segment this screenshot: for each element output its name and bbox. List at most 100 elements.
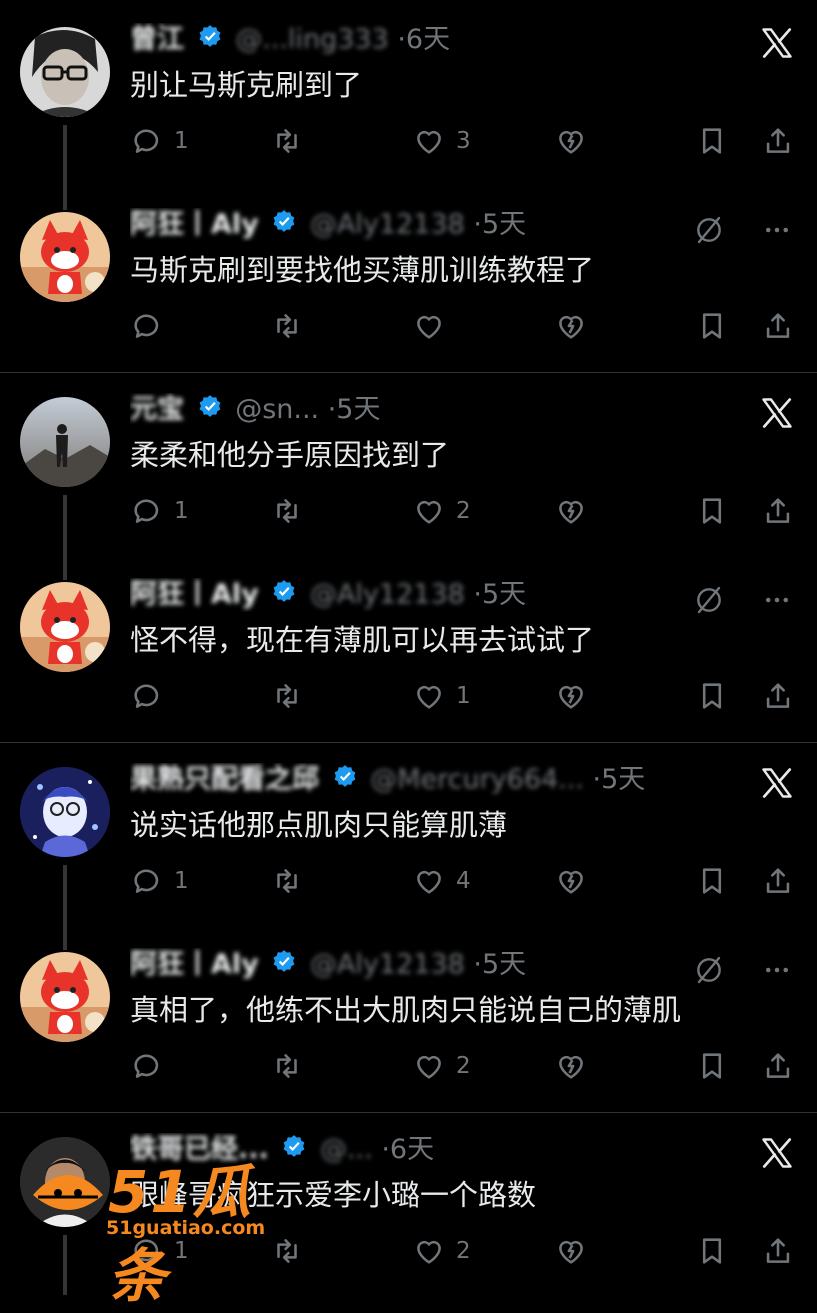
like-button[interactable]: 2 (412, 1046, 471, 1086)
grok-icon[interactable] (689, 210, 729, 250)
retweet-icon (270, 124, 304, 158)
share-icon (761, 679, 795, 713)
like-button[interactable] (412, 306, 456, 346)
reply-post[interactable]: 阿狂丨Aly @Aly12138 ·5天 真相了，他练不出大肌肉只能说自己的薄肌… (0, 940, 817, 1125)
more-options-icon[interactable] (757, 950, 797, 990)
share-button[interactable] (761, 1046, 795, 1086)
action-bar: 12 (130, 1231, 795, 1271)
broken-heart-icon (554, 1049, 588, 1083)
post-header: 果熟只配看之邱 @Mercury664... ·5天 (130, 763, 722, 797)
reply-post[interactable]: 阿狂丨Aly @Aly12138 ·5天 怪不得，现在有薄肌可以再去试试了 1 (0, 570, 817, 755)
retweet-icon (270, 309, 304, 343)
retweet-button[interactable] (270, 306, 314, 346)
reply-button[interactable]: 1 (130, 1231, 189, 1271)
more-options-icon[interactable] (757, 210, 797, 250)
bookmark-button[interactable] (695, 1046, 729, 1086)
bookmark-button[interactable] (695, 121, 729, 161)
reply-button[interactable] (130, 306, 174, 346)
display-name[interactable]: 阿狂丨Aly (130, 209, 259, 240)
reply-button[interactable] (130, 1046, 174, 1086)
share-button[interactable] (761, 491, 795, 531)
user-avatar[interactable] (20, 952, 110, 1042)
user-avatar[interactable] (20, 212, 110, 302)
like-count: 3 (456, 128, 471, 154)
user-handle[interactable]: @Mercury664... (370, 764, 584, 795)
display-name[interactable]: 阿狂丨Aly (130, 579, 259, 610)
share-icon (761, 864, 795, 898)
bookmark-button[interactable] (695, 676, 729, 716)
user-handle[interactable]: @Aly12138 (310, 949, 465, 980)
user-avatar[interactable] (20, 27, 110, 117)
like-button[interactable]: 1 (412, 676, 471, 716)
like-button[interactable]: 2 (412, 491, 471, 531)
reply-post[interactable]: 果熟只配看之邱 @Mercury664... ·5天 说实话他那点肌肉只能算肌薄… (0, 755, 817, 950)
bookmark-button[interactable] (695, 1231, 729, 1271)
reply-icon (130, 309, 164, 343)
retweet-button[interactable] (270, 861, 314, 901)
dislike-button[interactable] (554, 676, 588, 716)
x-logo-icon (757, 393, 797, 433)
thread-divider (0, 372, 817, 373)
grok-icon[interactable] (689, 950, 729, 990)
retweet-button[interactable] (270, 121, 314, 161)
bookmark-button[interactable] (695, 861, 729, 901)
share-icon (761, 1234, 795, 1268)
display-name[interactable]: 阿狂丨Aly (130, 949, 259, 980)
reply-button[interactable] (130, 676, 174, 716)
dislike-button[interactable] (554, 861, 588, 901)
user-avatar[interactable] (20, 582, 110, 672)
reply-icon (130, 679, 164, 713)
user-handle[interactable]: @... (320, 1134, 373, 1165)
like-count: 2 (456, 1053, 471, 1079)
retweet-button[interactable] (270, 491, 314, 531)
user-handle[interactable]: @sn... (235, 394, 319, 425)
bookmark-button[interactable] (695, 491, 729, 531)
user-avatar[interactable] (20, 1137, 110, 1227)
user-avatar[interactable] (20, 397, 110, 487)
dislike-button[interactable] (554, 121, 588, 161)
display-name[interactable]: 果熟只配看之邱 (130, 764, 319, 795)
thread-divider (0, 742, 817, 743)
reply-button[interactable]: 1 (130, 491, 189, 531)
dislike-button[interactable] (554, 1046, 588, 1086)
reply-post[interactable]: 元宝 @sn... ·5天 柔柔和他分手原因找到了 1 2 (0, 385, 817, 580)
action-bar (130, 306, 795, 346)
reply-post[interactable]: 曾江 @...ling333 ·6天 别让马斯克刷到了 1 3 (0, 15, 817, 210)
retweet-button[interactable] (270, 1231, 314, 1271)
dislike-button[interactable] (554, 306, 588, 346)
post-header: 阿狂丨Aly @Aly12138 ·5天 (130, 208, 722, 242)
share-button[interactable] (761, 676, 795, 716)
reply-post[interactable]: 铁哥已经... @... ·6天 跟峰哥疯狂示爱李小璐一个路数 1 2 (0, 1125, 817, 1310)
like-button[interactable]: 4 (412, 861, 471, 901)
retweet-button[interactable] (270, 676, 314, 716)
post-text: 跟峰哥疯狂示爱李小璐一个路数 (130, 1178, 537, 1212)
share-button[interactable] (761, 1231, 795, 1271)
share-button[interactable] (761, 306, 795, 346)
display-name[interactable]: 铁哥已经... (130, 1134, 269, 1165)
action-bar: 13 (130, 121, 795, 161)
reply-post[interactable]: 阿狂丨Aly @Aly12138 ·5天 马斯克刷到要找他买薄肌训练教程了 (0, 200, 817, 385)
post-time: ·5天 (473, 579, 527, 610)
action-bar: 2 (130, 1046, 795, 1086)
user-avatar[interactable] (20, 767, 110, 857)
thread-connector (63, 1235, 67, 1295)
user-handle[interactable]: @Aly12138 (310, 209, 465, 240)
bookmark-button[interactable] (695, 306, 729, 346)
display-name[interactable]: 元宝 (130, 394, 184, 425)
display-name[interactable]: 曾江 (130, 24, 184, 55)
share-button[interactable] (761, 121, 795, 161)
user-handle[interactable]: @Aly12138 (310, 579, 465, 610)
user-handle[interactable]: @...ling333 (235, 24, 389, 55)
dislike-button[interactable] (554, 1231, 588, 1271)
share-button[interactable] (761, 861, 795, 901)
retweet-button[interactable] (270, 1046, 314, 1086)
bookmark-icon (695, 1049, 729, 1083)
reply-button[interactable]: 1 (130, 121, 189, 161)
thread-connector (63, 865, 67, 950)
reply-button[interactable]: 1 (130, 861, 189, 901)
dislike-button[interactable] (554, 491, 588, 531)
grok-icon[interactable] (689, 580, 729, 620)
like-button[interactable]: 2 (412, 1231, 471, 1271)
more-options-icon[interactable] (757, 580, 797, 620)
like-button[interactable]: 3 (412, 121, 471, 161)
